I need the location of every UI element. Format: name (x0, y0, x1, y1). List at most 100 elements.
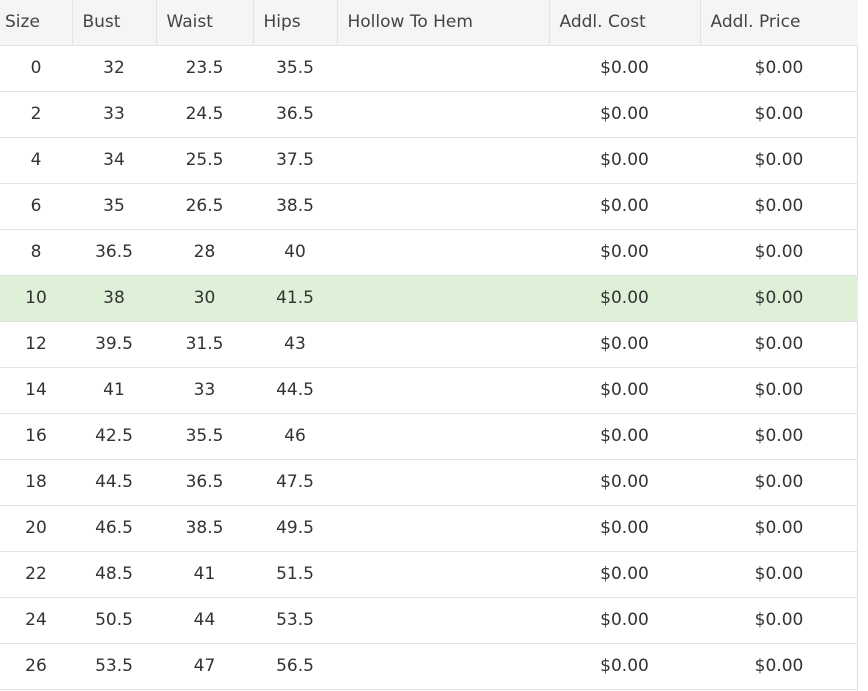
table-row[interactable]: 12 39.5 31.5 43 $0.00 $0.00 (0, 321, 858, 368)
cell-addl-cost[interactable]: $0.00 (549, 45, 700, 92)
cell-bust[interactable]: 32 (72, 45, 156, 92)
cell-size[interactable]: 10 (0, 275, 72, 322)
cell-hips[interactable]: 37.5 (253, 137, 337, 184)
cell-hips[interactable]: 41.5 (253, 275, 337, 322)
cell-hips[interactable]: 35.5 (253, 45, 337, 92)
cell-hips[interactable]: 40 (253, 229, 337, 276)
cell-bust[interactable]: 35 (72, 183, 156, 230)
cell-waist[interactable]: 28 (156, 229, 253, 276)
cell-bust[interactable]: 38 (72, 275, 156, 322)
cell-hollow-to-hem[interactable] (337, 183, 549, 230)
cell-addl-cost[interactable]: $0.00 (549, 137, 700, 184)
column-header-size[interactable]: Size (0, 0, 73, 46)
cell-bust[interactable]: 39.5 (72, 321, 156, 368)
cell-waist[interactable]: 26.5 (156, 183, 253, 230)
table-row[interactable]: 8 36.5 28 40 $0.00 $0.00 (0, 229, 858, 276)
cell-hollow-to-hem[interactable] (337, 45, 549, 92)
cell-size[interactable]: 0 (0, 45, 72, 92)
cell-size[interactable]: 14 (0, 367, 72, 414)
cell-size[interactable]: 26 (0, 643, 72, 690)
cell-addl-price[interactable]: $0.00 (700, 459, 858, 506)
cell-addl-price[interactable]: $0.00 (700, 183, 858, 230)
cell-bust[interactable]: 46.5 (72, 505, 156, 552)
cell-hollow-to-hem[interactable] (337, 459, 549, 506)
cell-addl-price[interactable]: $0.00 (700, 229, 858, 276)
cell-addl-cost[interactable]: $0.00 (549, 597, 700, 644)
cell-addl-price[interactable]: $0.00 (700, 643, 858, 690)
cell-hollow-to-hem[interactable] (337, 91, 549, 138)
cell-addl-cost[interactable]: $0.00 (549, 321, 700, 368)
cell-size[interactable]: 8 (0, 229, 72, 276)
table-row[interactable]: 2 33 24.5 36.5 $0.00 $0.00 (0, 91, 858, 138)
cell-size[interactable]: 18 (0, 459, 72, 506)
cell-hips[interactable]: 56.5 (253, 643, 337, 690)
cell-waist[interactable]: 25.5 (156, 137, 253, 184)
cell-hollow-to-hem[interactable] (337, 597, 549, 644)
cell-bust[interactable]: 34 (72, 137, 156, 184)
table-row[interactable]: 16 42.5 35.5 46 $0.00 $0.00 (0, 413, 858, 460)
cell-size[interactable]: 20 (0, 505, 72, 552)
cell-waist[interactable]: 24.5 (156, 91, 253, 138)
cell-addl-price[interactable]: $0.00 (700, 505, 858, 552)
cell-addl-price[interactable]: $0.00 (700, 137, 858, 184)
cell-hips[interactable]: 51.5 (253, 551, 337, 598)
cell-waist[interactable]: 36.5 (156, 459, 253, 506)
cell-hollow-to-hem[interactable] (337, 275, 549, 322)
table-row[interactable]: 22 48.5 41 51.5 $0.00 $0.00 (0, 551, 858, 598)
cell-size[interactable]: 24 (0, 597, 72, 644)
cell-waist[interactable]: 44 (156, 597, 253, 644)
cell-bust[interactable]: 36.5 (72, 229, 156, 276)
cell-hips[interactable]: 43 (253, 321, 337, 368)
cell-addl-cost[interactable]: $0.00 (549, 91, 700, 138)
cell-addl-cost[interactable]: $0.00 (549, 229, 700, 276)
column-header-bust[interactable]: Bust (72, 0, 157, 46)
cell-waist[interactable]: 31.5 (156, 321, 253, 368)
cell-addl-cost[interactable]: $0.00 (549, 551, 700, 598)
cell-addl-price[interactable]: $0.00 (700, 597, 858, 644)
cell-hips[interactable]: 47.5 (253, 459, 337, 506)
cell-addl-cost[interactable]: $0.00 (549, 643, 700, 690)
column-header-waist[interactable]: Waist (156, 0, 254, 46)
table-row[interactable]: 24 50.5 44 53.5 $0.00 $0.00 (0, 597, 858, 644)
cell-waist[interactable]: 41 (156, 551, 253, 598)
cell-waist[interactable]: 47 (156, 643, 253, 690)
cell-addl-price[interactable]: $0.00 (700, 275, 858, 322)
table-row[interactable]: 26 53.5 47 56.5 $0.00 $0.00 (0, 643, 858, 690)
cell-size[interactable]: 16 (0, 413, 72, 460)
cell-waist[interactable]: 30 (156, 275, 253, 322)
cell-addl-cost[interactable]: $0.00 (549, 275, 700, 322)
table-row[interactable]: 4 34 25.5 37.5 $0.00 $0.00 (0, 137, 858, 184)
column-header-addl-price[interactable]: Addl. Price (700, 0, 858, 46)
cell-hips[interactable]: 36.5 (253, 91, 337, 138)
cell-bust[interactable]: 42.5 (72, 413, 156, 460)
cell-bust[interactable]: 50.5 (72, 597, 156, 644)
cell-waist[interactable]: 35.5 (156, 413, 253, 460)
cell-bust[interactable]: 41 (72, 367, 156, 414)
column-header-hollow-to-hem[interactable]: Hollow To Hem (337, 0, 550, 46)
cell-size[interactable]: 2 (0, 91, 72, 138)
cell-hips[interactable]: 44.5 (253, 367, 337, 414)
table-row[interactable]: 0 32 23.5 35.5 $0.00 $0.00 (0, 45, 858, 92)
cell-waist[interactable]: 38.5 (156, 505, 253, 552)
cell-addl-price[interactable]: $0.00 (700, 551, 858, 598)
cell-addl-price[interactable]: $0.00 (700, 367, 858, 414)
cell-size[interactable]: 6 (0, 183, 72, 230)
table-row[interactable]: 20 46.5 38.5 49.5 $0.00 $0.00 (0, 505, 858, 552)
column-header-addl-cost[interactable]: Addl. Cost (549, 0, 701, 46)
cell-hips[interactable]: 49.5 (253, 505, 337, 552)
cell-hollow-to-hem[interactable] (337, 137, 549, 184)
cell-addl-price[interactable]: $0.00 (700, 45, 858, 92)
cell-waist[interactable]: 33 (156, 367, 253, 414)
cell-hollow-to-hem[interactable] (337, 229, 549, 276)
cell-hollow-to-hem[interactable] (337, 551, 549, 598)
cell-hollow-to-hem[interactable] (337, 367, 549, 414)
table-row[interactable]: 14 41 33 44.5 $0.00 $0.00 (0, 367, 858, 414)
cell-addl-price[interactable]: $0.00 (700, 321, 858, 368)
cell-bust[interactable]: 33 (72, 91, 156, 138)
table-row[interactable]: 10 38 30 41.5 $0.00 $0.00 (0, 275, 858, 322)
cell-addl-cost[interactable]: $0.00 (549, 413, 700, 460)
table-row[interactable]: 18 44.5 36.5 47.5 $0.00 $0.00 (0, 459, 858, 506)
cell-hips[interactable]: 38.5 (253, 183, 337, 230)
cell-hollow-to-hem[interactable] (337, 643, 549, 690)
cell-addl-cost[interactable]: $0.00 (549, 505, 700, 552)
